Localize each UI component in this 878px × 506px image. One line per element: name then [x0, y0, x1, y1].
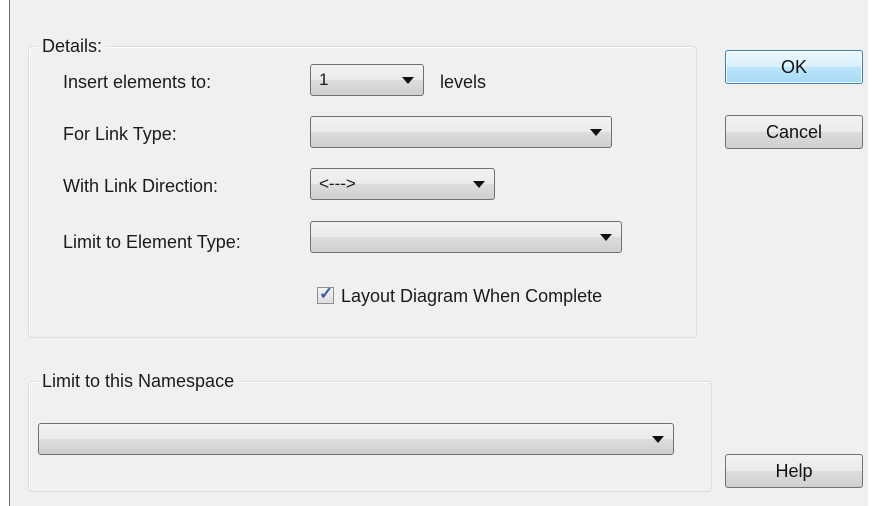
link-direction-dropdown[interactable]: <---> — [310, 168, 495, 200]
chevron-down-icon — [473, 181, 485, 188]
link-type-label: For Link Type: — [63, 124, 177, 144]
chevron-down-icon — [402, 77, 414, 84]
checkmark-icon: ✓ — [319, 284, 334, 303]
insert-levels-dropdown[interactable]: 1 — [310, 64, 424, 96]
details-group-title: Details: — [38, 36, 107, 56]
levels-label: levels — [440, 72, 487, 92]
link-direction-label: With Link Direction: — [63, 176, 219, 196]
window-right-edge — [868, 0, 878, 506]
chevron-down-icon — [652, 436, 664, 443]
link-direction-value: <---> — [319, 174, 356, 193]
cancel-button[interactable]: Cancel — [725, 115, 863, 149]
element-type-dropdown[interactable] — [310, 221, 622, 253]
namespace-dropdown[interactable] — [38, 423, 674, 455]
element-type-label: Limit to Element Type: — [63, 232, 241, 252]
chevron-down-icon — [590, 129, 602, 136]
layout-diagram-checkbox[interactable]: ✓ — [317, 284, 334, 304]
insert-elements-label: Insert elements to: — [63, 72, 212, 92]
help-button[interactable]: Help — [725, 454, 863, 488]
ok-button[interactable]: OK — [725, 50, 863, 84]
insert-levels-value: 1 — [319, 70, 329, 89]
window-left-edge — [0, 0, 10, 506]
chevron-down-icon — [600, 234, 612, 241]
namespace-group-title: Limit to this Namespace — [38, 371, 239, 391]
link-type-dropdown[interactable] — [310, 116, 612, 148]
layout-diagram-label[interactable]: Layout Diagram When Complete — [341, 285, 602, 307]
insert-related-elements-dialog: Details: Insert elements to: 1 levels Fo… — [0, 0, 878, 506]
